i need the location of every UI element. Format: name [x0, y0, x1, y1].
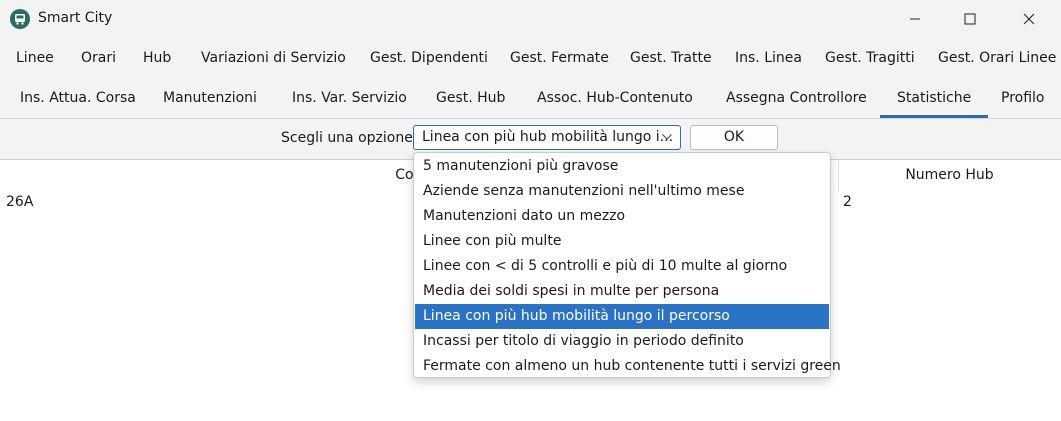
option-dropdown-list: 5 manutenzioni più gravose Aziende senza…: [413, 152, 841, 379]
tab-gest-fermate[interactable]: Gest. Fermate: [510, 38, 609, 78]
dropdown-option[interactable]: Aziende senza manutenzioni nell'ultimo m…: [415, 179, 829, 204]
tab-bar-row1: Linee Orari Hub Variazioni di Servizio G…: [0, 38, 1061, 78]
tab-ins-var-servizio[interactable]: Ins. Var. Servizio: [292, 78, 407, 118]
dropdown-option[interactable]: Manutenzioni dato un mezzo: [415, 204, 829, 229]
tab-assegna-controllore[interactable]: Assegna Controllore: [726, 78, 867, 118]
minimize-icon: [910, 18, 920, 20]
dropdown-option[interactable]: Linee con più multe: [415, 229, 829, 254]
option-select-value: Linea con più hub mobilità lungo i...: [422, 129, 674, 145]
option-label: Scegli una opzione: [281, 130, 413, 146]
tab-gest-tratte[interactable]: Gest. Tratte: [630, 38, 712, 78]
tab-linee[interactable]: Linee: [16, 38, 54, 78]
dropdown-option[interactable]: Incassi per titolo di viaggio in periodo…: [415, 329, 829, 354]
dropdown-option[interactable]: Media dei soldi spesi in multe per perso…: [415, 279, 829, 304]
tab-variazioni-servizio[interactable]: Variazioni di Servizio: [201, 38, 346, 78]
column-header-numero-hub[interactable]: Numero Hub: [838, 160, 1061, 191]
tab-bar-row2: Ins. Attua. Corsa Manutenzioni Ins. Var.…: [0, 78, 1061, 119]
option-select[interactable]: Linea con più hub mobilità lungo i...: [413, 125, 681, 150]
tab-assoc-hub-contenuto[interactable]: Assoc. Hub-Contenuto: [537, 78, 693, 118]
tab-ins-linea[interactable]: Ins. Linea: [735, 38, 802, 78]
tab-gest-orari-linee[interactable]: Gest. Orari Linee: [938, 38, 1056, 78]
title-bar: Smart City: [0, 0, 1061, 38]
tab-profilo[interactable]: Profilo: [1001, 78, 1044, 118]
tab-orari[interactable]: Orari: [81, 38, 116, 78]
ok-button[interactable]: OK: [690, 125, 778, 150]
tab-gest-hub[interactable]: Gest. Hub: [436, 78, 505, 118]
close-icon: [1023, 13, 1035, 25]
close-button[interactable]: [1006, 0, 1052, 38]
maximize-button[interactable]: [947, 0, 993, 38]
dropdown-option[interactable]: Fermate con almeno un hub contenente tut…: [415, 354, 841, 379]
dropdown-option[interactable]: 5 manutenzioni più gravose: [415, 154, 829, 179]
dropdown-option[interactable]: Linee con < di 5 controlli e più di 10 m…: [415, 254, 829, 279]
dropdown-option-selected[interactable]: Linea con più hub mobilità lungo il perc…: [415, 304, 829, 329]
tab-gest-tragitti[interactable]: Gest. Tragitti: [825, 38, 915, 78]
window-title: Smart City: [38, 10, 113, 26]
chevron-down-icon: [662, 134, 672, 140]
table-cell-codice[interactable]: 26A: [6, 194, 33, 210]
tab-manutenzioni[interactable]: Manutenzioni: [163, 78, 257, 118]
minimize-button[interactable]: [892, 0, 938, 38]
table-cell-numero-hub[interactable]: 2: [843, 194, 852, 210]
maximize-icon: [964, 13, 976, 25]
tab-gest-dipendenti[interactable]: Gest. Dipendenti: [370, 38, 488, 78]
tab-ins-attua-corsa[interactable]: Ins. Attua. Corsa: [20, 78, 136, 118]
tab-statistiche[interactable]: Statistiche: [879, 78, 989, 118]
tab-hub[interactable]: Hub: [143, 38, 171, 78]
bus-icon: [10, 9, 30, 29]
